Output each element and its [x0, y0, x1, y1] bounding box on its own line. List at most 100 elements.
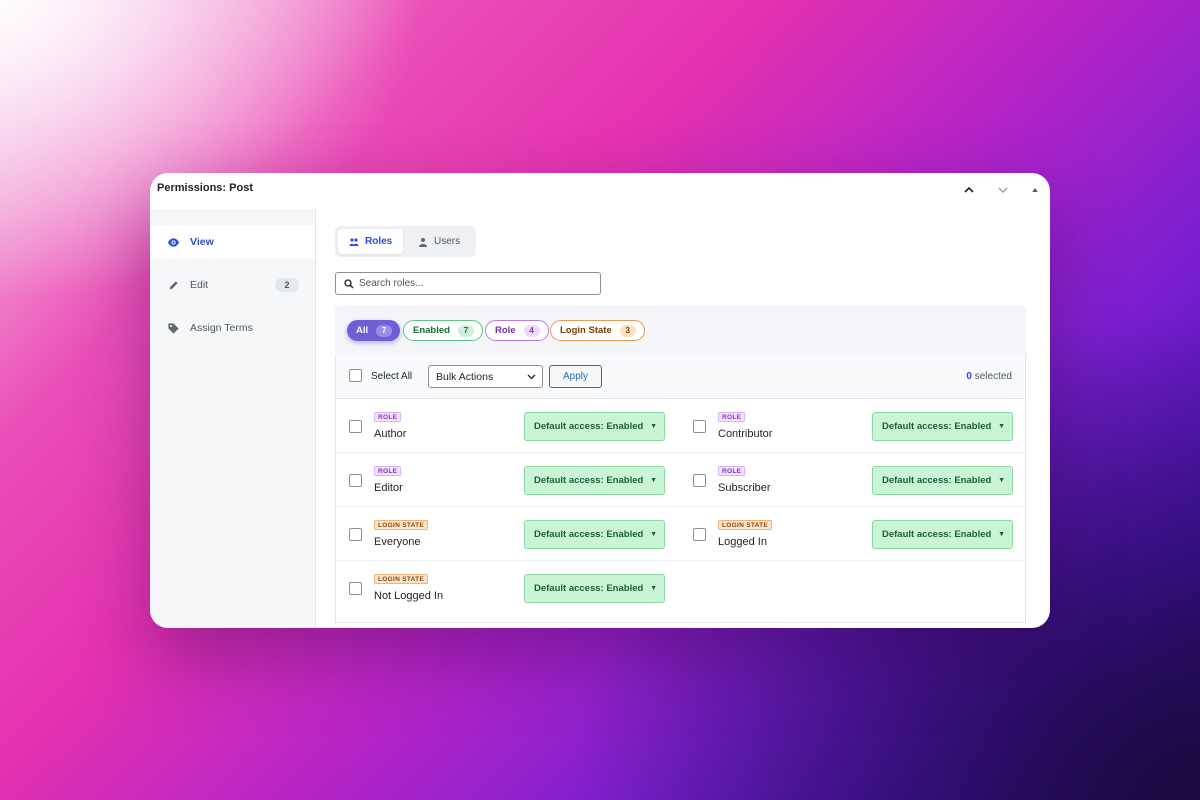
move-down-button[interactable]: [993, 180, 1013, 200]
bulk-actions-select[interactable]: Bulk Actions: [428, 365, 543, 388]
window-title: Permissions: Post: [157, 182, 253, 194]
collapse-toggle-button[interactable]: [1027, 180, 1043, 200]
filter-count: 3: [619, 324, 636, 337]
search-box: [335, 272, 601, 295]
permission-row-author: ROLE Author Default access: Enabled ▼: [336, 399, 680, 453]
sidebar-item-edit[interactable]: Edit 2: [150, 268, 315, 302]
permissions-panel: Select All Bulk Actions Apply 0 selected…: [335, 355, 1026, 623]
row-checkbox[interactable]: [349, 474, 362, 487]
permission-row-contributor: ROLE Contributor Default access: Enabled…: [680, 399, 1024, 453]
permission-row-logged-in: LOGIN STATE Logged In Default access: En…: [680, 507, 1024, 561]
sidebar-item-view[interactable]: View: [150, 225, 315, 259]
row-name: Author: [374, 428, 407, 440]
filter-chip-all[interactable]: All 7: [347, 320, 401, 341]
access-select[interactable]: Default access: Enabled ▼: [872, 520, 1013, 549]
access-select[interactable]: Default access: Enabled ▼: [872, 412, 1013, 441]
permission-row-everyone: LOGIN STATE Everyone Default access: Ena…: [336, 507, 680, 561]
row-checkbox[interactable]: [349, 420, 362, 433]
tag-icon: [167, 322, 180, 335]
filter-count: 7: [457, 324, 474, 337]
type-tag: ROLE: [374, 412, 402, 422]
main-content: Roles Users All 7 Enabled 7 Role 4: [316, 209, 1050, 628]
filter-label: Role: [495, 325, 516, 336]
pencil-icon: [167, 279, 180, 292]
search-icon: [344, 278, 354, 288]
row-name: Everyone: [374, 536, 421, 548]
type-tag: LOGIN STATE: [374, 574, 429, 584]
select-all-label: Select All: [371, 371, 413, 382]
filter-bar: All 7 Enabled 7 Role 4 Login State 3: [335, 306, 1026, 356]
chevron-down-icon: [527, 374, 536, 380]
access-value: Default access: Enabled: [534, 529, 644, 540]
row-name: Contributor: [718, 428, 773, 440]
access-value: Default access: Enabled: [882, 529, 992, 540]
permission-row-not-logged-in: LOGIN STATE Not Logged In Default access…: [336, 561, 680, 615]
user-icon: [419, 237, 427, 247]
access-value: Default access: Enabled: [534, 475, 644, 486]
caret-down-icon: ▼: [650, 423, 657, 430]
sidebar-item-label: Assign Terms: [190, 322, 253, 334]
caret-down-icon: ▼: [650, 585, 657, 592]
type-tag: ROLE: [718, 466, 746, 476]
sidebar-item-assign-terms[interactable]: Assign Terms: [150, 311, 315, 345]
type-tag: ROLE: [374, 466, 402, 476]
filter-chip-login-state[interactable]: Login State 3: [550, 320, 645, 341]
row-name: Subscriber: [718, 482, 771, 494]
permission-row-subscriber: ROLE Subscriber Default access: Enabled ▼: [680, 453, 1024, 507]
permission-row-editor: ROLE Editor Default access: Enabled ▼: [336, 453, 680, 507]
caret-down-icon: ▼: [998, 423, 1005, 430]
sidebar-item-label: View: [190, 236, 214, 248]
row-checkbox[interactable]: [349, 582, 362, 595]
chevron-down-icon: [998, 187, 1008, 194]
row-name: Editor: [374, 482, 403, 494]
row-checkbox[interactable]: [693, 474, 706, 487]
access-select[interactable]: Default access: Enabled ▼: [872, 466, 1013, 495]
filter-chip-enabled[interactable]: Enabled 7: [403, 320, 483, 341]
bulk-actions-bar: Select All Bulk Actions Apply 0 selected: [336, 355, 1025, 399]
caret-down-icon: ▼: [998, 531, 1005, 538]
apply-button[interactable]: Apply: [549, 365, 602, 388]
filter-chip-role[interactable]: Role 4: [485, 320, 549, 341]
caret-down-icon: ▼: [650, 531, 657, 538]
titlebar: Permissions: Post: [150, 173, 1050, 209]
access-select[interactable]: Default access: Enabled ▼: [524, 520, 665, 549]
access-select[interactable]: Default access: Enabled ▼: [524, 466, 665, 495]
search-input[interactable]: [359, 278, 589, 289]
bulk-actions-value: Bulk Actions: [436, 370, 494, 383]
caret-down-icon: ▼: [998, 477, 1005, 484]
access-value: Default access: Enabled: [882, 421, 992, 432]
access-value: Default access: Enabled: [882, 475, 992, 486]
type-tag: LOGIN STATE: [374, 520, 429, 530]
access-select[interactable]: Default access: Enabled ▼: [524, 574, 665, 603]
filter-label: All: [356, 325, 369, 336]
group-icon: [349, 237, 359, 246]
access-select[interactable]: Default access: Enabled ▼: [524, 412, 665, 441]
row-name: Logged In: [718, 536, 767, 548]
filter-count: 4: [523, 324, 540, 337]
eye-icon: [167, 236, 180, 249]
permissions-window: Permissions: Post View Edit 2 Assign Ter…: [150, 173, 1050, 628]
filter-count: 7: [376, 324, 393, 337]
access-value: Default access: Enabled: [534, 583, 644, 594]
filter-label: Enabled: [413, 325, 450, 336]
caret-down-icon: ▼: [650, 477, 657, 484]
tab-label: Roles: [365, 236, 393, 247]
row-name: Not Logged In: [374, 590, 444, 602]
row-checkbox[interactable]: [693, 420, 706, 433]
tab-group: Roles Users: [335, 226, 476, 257]
row-checkbox[interactable]: [349, 528, 362, 541]
chevron-up-icon: [964, 186, 974, 193]
triangle-up-icon: [1032, 188, 1038, 192]
sidebar: View Edit 2 Assign Terms: [150, 209, 316, 628]
row-checkbox[interactable]: [693, 528, 706, 541]
tab-roles[interactable]: Roles: [338, 229, 404, 254]
type-tag: ROLE: [718, 412, 746, 422]
selected-suffix: selected: [971, 371, 1012, 382]
filter-label: Login State: [560, 325, 612, 336]
select-all-checkbox[interactable]: [349, 369, 362, 382]
sidebar-item-label: Edit: [190, 279, 209, 291]
tab-users[interactable]: Users: [407, 229, 471, 254]
type-tag: LOGIN STATE: [718, 520, 773, 530]
edit-count-badge: 2: [275, 278, 299, 292]
move-up-button[interactable]: [959, 180, 979, 200]
